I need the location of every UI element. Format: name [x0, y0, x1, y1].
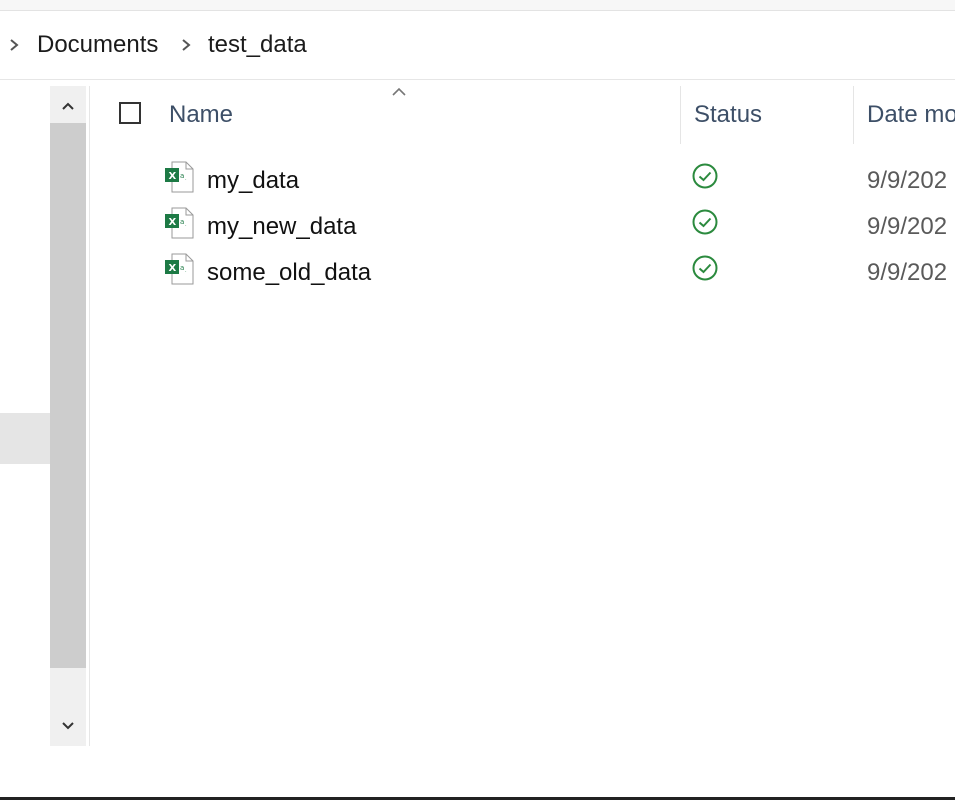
navigation-selected-item[interactable]	[0, 413, 50, 464]
chevron-up-icon	[62, 102, 74, 110]
chevron-right-icon[interactable]	[178, 35, 194, 55]
scroll-up-button[interactable]	[50, 88, 86, 124]
svg-text:X: X	[169, 217, 177, 228]
excel-file-icon: a . X	[165, 253, 194, 285]
excel-file-icon: a . X	[165, 161, 194, 193]
svg-text:a: a	[180, 172, 184, 180]
column-header-status[interactable]: Status	[694, 100, 762, 130]
date-modified-cell: 9/9/202	[867, 213, 948, 240]
scrollbar-thumb[interactable]	[50, 123, 86, 668]
select-all-checkbox[interactable]	[119, 102, 141, 124]
file-row[interactable]: a . X my_new_data 9/9/202	[91, 207, 955, 251]
column-header-row: Name Status Date mo	[91, 86, 955, 148]
column-separator[interactable]	[853, 86, 854, 144]
check-circle-icon	[692, 209, 718, 235]
chevron-right-icon[interactable]	[6, 35, 22, 55]
navigation-scrollbar[interactable]	[50, 86, 86, 746]
svg-text:X: X	[169, 263, 177, 274]
column-header-date-modified[interactable]: Date mo	[867, 100, 955, 130]
column-separator[interactable]	[680, 86, 681, 144]
breadcrumb-item-test-data[interactable]: test_data	[208, 30, 307, 60]
check-circle-icon	[692, 163, 718, 189]
window-top-strip	[0, 0, 955, 11]
chevron-down-icon	[62, 722, 74, 730]
date-modified-cell: 9/9/202	[867, 167, 948, 194]
svg-text:a: a	[180, 218, 184, 226]
breadcrumb: Documents test_data	[0, 11, 955, 80]
file-row[interactable]: a . X some_old_data 9/9/202	[91, 253, 955, 297]
column-header-name[interactable]: Name	[169, 100, 233, 130]
file-name[interactable]: some_old_data	[207, 258, 371, 288]
chevron-up-icon	[392, 87, 406, 96]
file-name[interactable]: my_new_data	[207, 212, 356, 242]
date-modified-cell: 9/9/202	[867, 259, 948, 286]
svg-text:a: a	[180, 264, 184, 272]
scroll-down-button[interactable]	[50, 708, 86, 744]
breadcrumb-item-documents[interactable]: Documents	[37, 30, 158, 60]
file-name[interactable]: my_data	[207, 166, 299, 196]
file-row[interactable]: a . X my_data 9/9/202	[91, 161, 955, 205]
excel-file-icon: a . X	[165, 207, 194, 239]
check-circle-icon	[692, 255, 718, 281]
pane-divider[interactable]	[89, 86, 90, 746]
svg-text:X: X	[169, 171, 177, 182]
